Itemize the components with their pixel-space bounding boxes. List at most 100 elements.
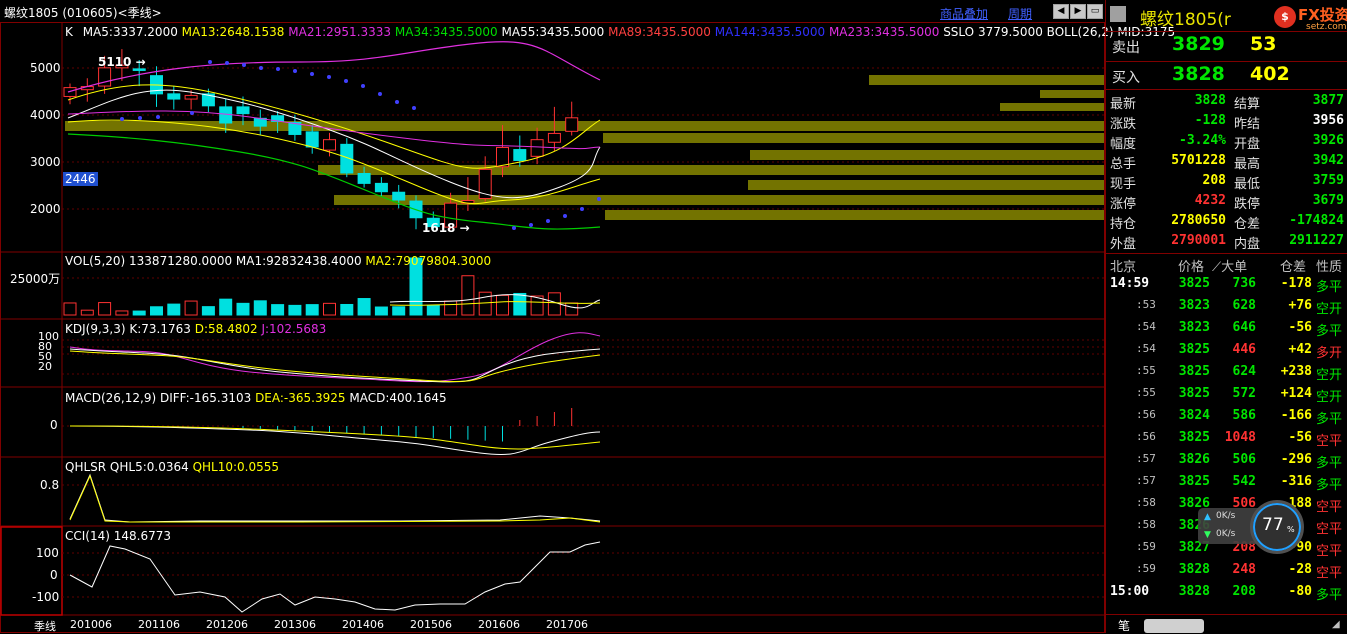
ma21-label: MA21:2951.3333	[288, 25, 392, 39]
trade-nature: 空平	[1316, 500, 1343, 515]
trade-oi-change: +76	[1288, 298, 1312, 313]
trade-price: 3825	[1178, 342, 1210, 357]
trade-oi-change: +124	[1280, 386, 1312, 401]
volume-bar	[305, 304, 319, 316]
candle-body	[374, 182, 388, 193]
vol-ma2-label: MA2:79079804.3000	[365, 254, 492, 268]
trades-header: 北京 价格 ⟋大单 仓差 性质	[1106, 255, 1347, 275]
trade-oi-change: -178	[1280, 276, 1312, 291]
ma5-label: MA5:3337.2000	[82, 25, 178, 39]
volume-bar	[98, 302, 112, 316]
sell-price: 3829	[1172, 33, 1225, 55]
nav-right-button[interactable]: ▶	[1070, 4, 1086, 19]
macd-value-label: MACD:400.1645	[349, 391, 447, 405]
volume-bar	[167, 303, 181, 316]
quote-field-value: 3926	[1312, 133, 1344, 148]
volume-profile	[65, 75, 1104, 220]
trade-price: 3823	[1178, 320, 1210, 335]
fullscreen-button[interactable]: ▭	[1087, 4, 1103, 19]
quote-field-label: 仓差	[1234, 217, 1261, 232]
ma144-label: MA144:3435.5000	[714, 25, 826, 39]
quote-field-value: -174824	[1289, 213, 1344, 228]
trade-nature: 多平	[1316, 280, 1343, 295]
trade-price: 3825	[1178, 364, 1210, 379]
kdj-axis: 100 80 50 20	[38, 331, 59, 372]
price-axis-3000: 3000	[30, 155, 61, 169]
resize-grip-icon[interactable]: ◢	[1332, 619, 1340, 630]
period-link[interactable]: 周期	[1008, 5, 1032, 22]
volume-bar	[150, 306, 163, 316]
trade-row: :54 3825 446 +42 多开	[1106, 339, 1347, 361]
macd-legend: MACD(26,12,9) DIFF:-165.3103 DEA:-365.39…	[65, 391, 447, 405]
trade-time: :54	[1136, 320, 1156, 333]
trade-oi-change: -56	[1288, 320, 1312, 335]
trade-time: 15:00	[1110, 584, 1150, 599]
trade-volume: 542	[1232, 474, 1256, 489]
trade-time: :58	[1136, 496, 1156, 509]
low-marker-value: 1618	[422, 221, 456, 235]
volume-bar	[444, 300, 458, 316]
high-marker: 5110 →	[98, 55, 146, 69]
volume-bar	[340, 303, 354, 316]
quote-field-label: 结算	[1234, 97, 1261, 112]
quote-field-label: 内盘	[1234, 237, 1261, 252]
kdj-j-label: J:102.5683	[261, 322, 327, 336]
tick-tab[interactable]: 笔	[1118, 617, 1130, 634]
quote-field-label: 最低	[1234, 177, 1261, 192]
date-tick: 201006	[70, 618, 112, 631]
period-label: 季线	[34, 620, 56, 633]
quote-field-label: 幅度	[1110, 137, 1137, 152]
quote-row: 涨停 4232 跌停 3679	[1106, 191, 1347, 212]
trade-time: :55	[1136, 386, 1156, 399]
volume-bar	[115, 310, 129, 316]
memory-gauge: 77 %	[1250, 500, 1304, 554]
ma13-label: MA13:2648.1538	[181, 25, 285, 39]
high-marker-value: 5110	[98, 55, 132, 69]
volume-bar	[236, 302, 250, 316]
panel-icon[interactable]	[1110, 6, 1126, 22]
cci-axis-0: 0	[50, 568, 58, 582]
quote-row: 最新 3828 结算 3877	[1106, 91, 1347, 112]
volume-bar	[253, 300, 267, 316]
volume-bar	[426, 305, 440, 316]
trade-row: :57 3826 506 -296 多平	[1106, 449, 1347, 471]
trade-price: 3825	[1178, 474, 1210, 489]
trade-price: 3826	[1178, 452, 1210, 467]
trade-oi-change: -80	[1288, 584, 1312, 599]
volume-bar	[323, 302, 336, 316]
trade-nature: 空平	[1316, 544, 1343, 559]
download-speed: 0K/s	[1216, 529, 1236, 539]
network-monitor[interactable]: ▲ 0K/s ▼ 0K/s 77 %	[1198, 500, 1306, 554]
quote-field-label: 总手	[1110, 157, 1137, 172]
quote-field-value: 3679	[1312, 193, 1344, 208]
candle-body	[305, 131, 319, 148]
trade-price: 3828	[1178, 562, 1210, 577]
profile-bar	[604, 121, 1104, 131]
trade-nature: 多平	[1316, 588, 1343, 603]
trade-volume: 572	[1232, 386, 1256, 401]
trade-row: :57 3825 542 -316 多平	[1106, 471, 1347, 493]
vol-ma1-label: MA1:92832438.4000	[235, 254, 362, 268]
overlay-commodity-link[interactable]: 商品叠加	[940, 5, 988, 22]
trade-nature: 空平	[1316, 566, 1343, 581]
trade-nature: 多平	[1316, 456, 1343, 471]
quote-field-label: 持仓	[1110, 217, 1137, 232]
nav-left-button[interactable]: ◀	[1053, 4, 1069, 19]
trade-nature: 多开	[1316, 346, 1343, 361]
trade-row: :53 3823 628 +76 空开	[1106, 295, 1347, 317]
trades-list: 14:59 3825 736 -178 多平:53 3823 628 +76 空开:54 3823…	[1106, 273, 1347, 613]
date-tick: 201406	[342, 618, 384, 631]
volume-bar	[461, 275, 475, 316]
volume-bar	[496, 294, 509, 316]
qhl5-label: QHLSR QHL5:0.0364	[65, 460, 189, 474]
quote-field-label: 昨结	[1234, 117, 1261, 132]
trade-time: :59	[1136, 562, 1156, 575]
trade-volume: 208	[1232, 584, 1256, 599]
quote-row: 总手 5701228 最高 3942	[1106, 151, 1347, 172]
memory-percent: 77	[1262, 515, 1284, 535]
buy-price: 3828	[1172, 63, 1225, 85]
footer-scrollbar[interactable]	[1144, 619, 1204, 633]
quote-field-label: 外盘	[1110, 237, 1137, 252]
vol-axis-label: 25000万	[10, 272, 61, 286]
chart-toolbar: 螺纹1805 (010605)<季线> 商品叠加 周期 ◀ ▶ ▭	[0, 0, 1105, 23]
